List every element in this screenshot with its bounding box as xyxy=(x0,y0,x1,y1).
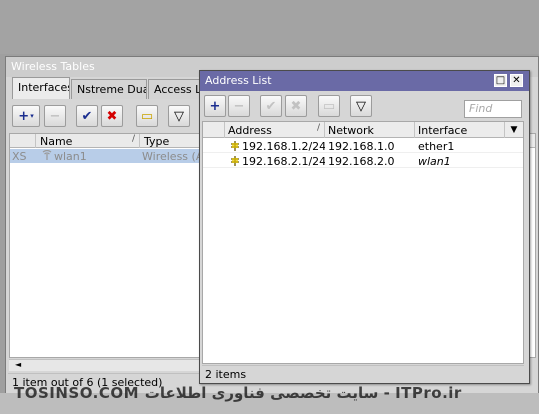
address-text: 192.168.2.1/24 xyxy=(242,155,325,168)
table-row[interactable]: 192.168.2.1/24 192.168.2.0 wlan1 xyxy=(203,154,523,168)
table-header: Address / Network Interface ▼ xyxy=(203,122,523,138)
type-column-header[interactable]: Type xyxy=(140,134,204,148)
window-title: Address List xyxy=(205,74,272,87)
flags-column-header[interactable] xyxy=(203,122,225,138)
maximize-button[interactable]: □ xyxy=(494,74,507,87)
maximize-icon: □ xyxy=(495,75,506,86)
disable-button[interactable]: ✖ xyxy=(285,95,307,117)
filter-button[interactable]: ▽ xyxy=(350,95,372,117)
address-cell: 192.168.2.1/24 xyxy=(227,154,325,168)
x-icon: ✖ xyxy=(290,98,302,114)
check-icon: ✔ xyxy=(265,98,277,114)
network-cell: 192.168.2.0 xyxy=(328,155,395,168)
tab-interfaces[interactable]: Interfaces xyxy=(12,77,70,99)
enable-button[interactable]: ✔ xyxy=(260,95,282,117)
add-button[interactable]: + ▾ xyxy=(12,105,40,127)
comment-button[interactable]: ▭ xyxy=(136,105,158,127)
wireless-icon xyxy=(38,149,52,163)
note-icon: ▭ xyxy=(322,98,336,114)
note-icon: ▭ xyxy=(140,108,154,124)
find-input[interactable]: Find xyxy=(464,100,522,118)
table-row[interactable]: XS wlan1 Wireless (Ath xyxy=(10,149,202,163)
disable-button[interactable]: ✖ xyxy=(101,105,123,127)
address-table[interactable]: Address / Network Interface ▼ 192.168.1.… xyxy=(202,121,524,364)
flags-cell: XS xyxy=(12,150,27,163)
filter-icon: ▽ xyxy=(174,108,184,124)
column-label: Address xyxy=(228,124,272,137)
remove-button[interactable]: − xyxy=(228,95,250,117)
add-button[interactable]: + xyxy=(204,95,226,117)
address-column-header[interactable]: Address / xyxy=(225,122,325,138)
filter-button[interactable]: ▽ xyxy=(168,105,190,127)
close-button[interactable]: ✕ xyxy=(510,74,523,87)
interface-cell: ether1 xyxy=(418,140,455,153)
network-column-header[interactable]: Network xyxy=(325,122,415,138)
column-label: Name xyxy=(40,135,73,148)
watermark: TOSINSO.COM سایت تخصصی فناوری اطلاعات - … xyxy=(14,384,462,402)
x-icon: ✖ xyxy=(106,108,118,124)
network-cell: 192.168.1.0 xyxy=(328,140,395,153)
column-label: Type xyxy=(144,135,170,148)
type-cell: Wireless (Ath xyxy=(142,150,202,163)
table-row[interactable]: 192.168.1.2/24 192.168.1.0 ether1 xyxy=(203,139,523,153)
remove-button[interactable]: − xyxy=(44,105,66,127)
flags-column-header[interactable] xyxy=(10,134,36,148)
column-label: Network xyxy=(328,124,374,137)
plus-icon: + xyxy=(18,108,30,124)
enable-button[interactable]: ✔ xyxy=(76,105,98,127)
address-text: 192.168.1.2/24 xyxy=(242,140,325,153)
plus-icon: + xyxy=(209,98,221,114)
filter-icon: ▽ xyxy=(356,98,366,114)
column-menu-button[interactable]: ▼ xyxy=(505,122,523,138)
name-column-header[interactable]: Name / xyxy=(36,134,140,148)
horizontal-scrollbar[interactable]: ◄ xyxy=(9,359,204,371)
desktop-background xyxy=(0,0,539,54)
scroll-left-icon[interactable]: ◄ xyxy=(15,360,21,369)
minus-icon: − xyxy=(233,98,245,114)
ip-address-icon xyxy=(231,141,239,151)
check-icon: ✔ xyxy=(81,108,93,124)
dropdown-arrow-icon: ▾ xyxy=(30,111,34,120)
address-list-window[interactable]: Address List □ ✕ + − ✔ ✖ ▭ ▽ Find Addres… xyxy=(199,70,530,384)
minus-icon: − xyxy=(49,108,61,124)
window-title-bar[interactable]: Address List □ ✕ xyxy=(200,71,529,91)
close-icon: ✕ xyxy=(512,75,521,86)
interface-cell: wlan1 xyxy=(418,155,451,168)
column-label: Interface xyxy=(418,124,468,137)
chevron-down-icon: ▼ xyxy=(510,125,518,135)
tab-nstreme-dual[interactable]: Nstreme Dual xyxy=(71,79,147,99)
sort-icon: / xyxy=(131,134,135,144)
ip-address-icon xyxy=(231,156,239,166)
status-bar: 2 items xyxy=(202,365,524,383)
toolbar: + − ✔ ✖ ▭ ▽ Find xyxy=(200,93,531,121)
sort-icon: / xyxy=(316,123,320,133)
name-cell: wlan1 xyxy=(54,150,87,163)
interface-column-header[interactable]: Interface xyxy=(415,122,505,138)
tab-access-list[interactable]: Access Lis xyxy=(148,79,206,99)
comment-button[interactable]: ▭ xyxy=(318,95,340,117)
address-cell: 192.168.1.2/24 xyxy=(227,139,325,153)
